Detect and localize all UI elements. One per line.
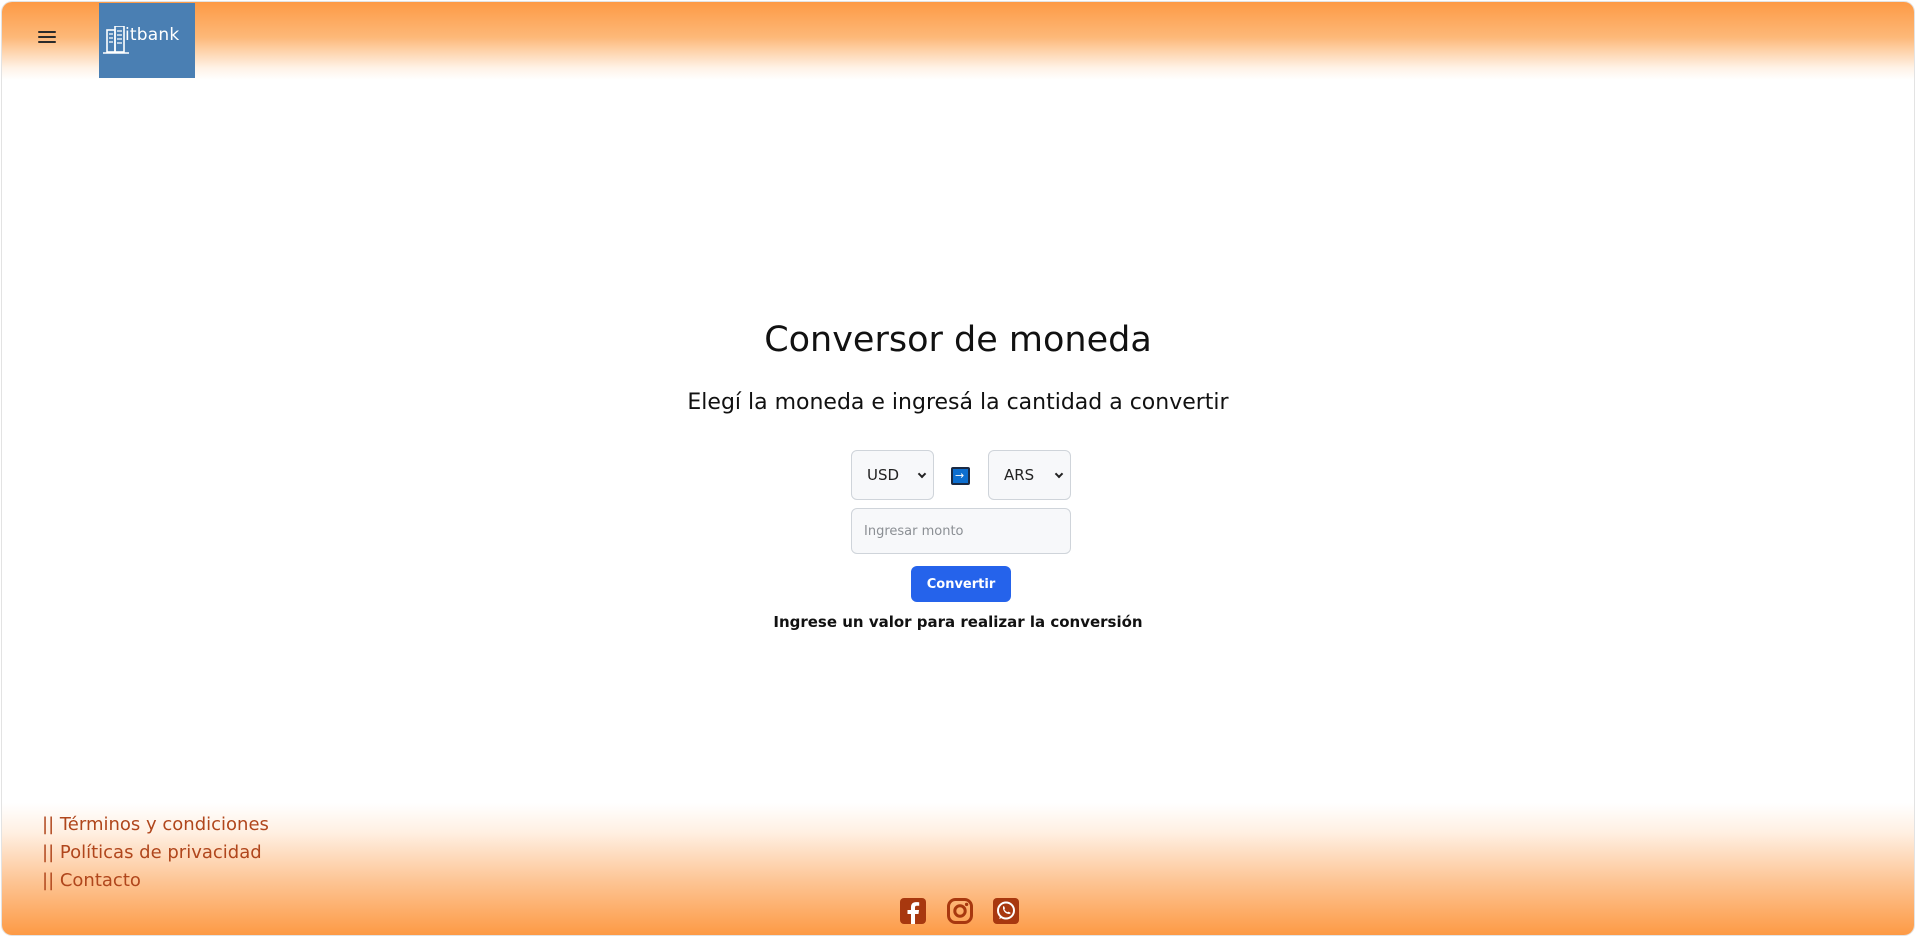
top-header: itbank (2, 2, 1914, 80)
chevron-down-icon (1054, 469, 1064, 479)
swap-currency-button[interactable]: → (951, 467, 970, 485)
footer-links: || Términos y condiciones || Políticas d… (42, 811, 269, 895)
facebook-icon[interactable] (899, 897, 927, 925)
conversion-result-text: Ingrese un valor para realizar la conver… (773, 613, 1143, 631)
hamburger-menu-icon[interactable] (36, 28, 58, 46)
to-currency-value: ARS (1004, 466, 1035, 484)
privacy-link[interactable]: || Políticas de privacidad (42, 839, 269, 867)
convert-button[interactable]: Convertir (911, 566, 1011, 602)
to-currency-select[interactable]: ARS (988, 450, 1071, 500)
whatsapp-icon[interactable] (992, 897, 1020, 925)
page-subtitle: Elegí la moneda e ingresá la cantidad a … (687, 390, 1229, 415)
itbank-logo[interactable]: itbank (99, 3, 195, 78)
arrow-right-icon: → (955, 469, 965, 482)
logo-text: itbank (125, 25, 180, 45)
chevron-down-icon (917, 469, 927, 479)
terms-link[interactable]: || Términos y condiciones (42, 811, 269, 839)
contact-link[interactable]: || Contacto (42, 867, 269, 895)
from-currency-select[interactable]: USD (851, 450, 934, 500)
amount-input[interactable] (851, 508, 1071, 554)
page-footer: || Términos y condiciones || Políticas d… (2, 803, 1914, 935)
app-frame: itbank Conversor de moneda Elegí la mone… (2, 2, 1914, 935)
page-title: Conversor de moneda (764, 320, 1152, 360)
from-currency-value: USD (867, 466, 900, 484)
instagram-icon[interactable] (946, 897, 974, 925)
social-links (2, 897, 1914, 927)
